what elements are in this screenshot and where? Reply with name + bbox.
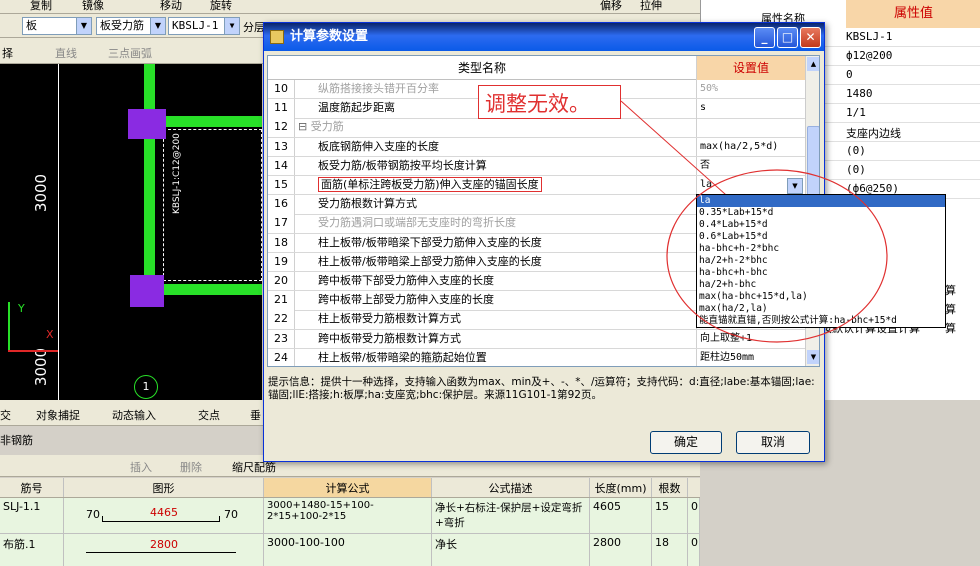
header-length: 长度(mm) — [590, 478, 652, 497]
header-formula: 计算公式 — [264, 478, 432, 497]
cancel-button[interactable]: 取消 — [736, 431, 810, 454]
hint-text: 提示信息：提供十一种选择，支持输入函数为max、min及+、-、*、/运算符；支… — [268, 376, 815, 401]
rebar-shape: 2800 — [64, 534, 264, 566]
prop-right-label: 算 — [945, 284, 956, 297]
name-combo[interactable]: KBSLJ-1 ▼ — [168, 17, 240, 35]
copy-tool[interactable]: 复制 — [30, 0, 52, 13]
layer-label[interactable]: 分层 — [243, 19, 265, 35]
intersection-toggle[interactable]: 交 — [0, 407, 11, 423]
ok-button[interactable]: 确定 — [650, 431, 722, 454]
chevron-down-icon: ▼ — [224, 18, 239, 34]
rebar-table: 筋号 图形 计算公式 公式描述 长度(mm) 根数 SLJ-1.1 70 446… — [0, 478, 700, 566]
insert-button[interactable]: 插入 — [130, 459, 152, 475]
prop-right-label: 算 — [945, 303, 956, 316]
axis-marker: 1 — [134, 375, 158, 399]
dimension-text-top: 3000 — [32, 173, 51, 213]
offset-tool[interactable]: 偏移 — [600, 0, 622, 13]
column-top — [128, 109, 166, 139]
column-bottom — [130, 275, 164, 307]
type-combo[interactable]: 板受力筋 ▼ — [96, 17, 166, 35]
table-header: 筋号 图形 计算公式 公式描述 长度(mm) 根数 — [0, 478, 700, 498]
snap-toolbar: 交 对象捕捉 动态输入 交点 垂 — [0, 400, 265, 426]
object-snap-toggle[interactable]: 对象捕捉 — [36, 407, 80, 423]
header-id: 筋号 — [0, 478, 64, 497]
beam-bottom — [150, 284, 262, 295]
header-count: 根数 — [652, 478, 688, 497]
draw-toolbar: 择 直线 三点画弧 — [0, 38, 265, 64]
rebar-shape: 70 4465 70 — [64, 498, 264, 533]
cross-point-toggle[interactable]: 交点 — [198, 407, 220, 423]
line-tool[interactable]: 直线 — [55, 45, 77, 61]
stretch-tool[interactable]: 拉伸 — [640, 0, 662, 13]
bottom-panel-title: 非钢筋 — [0, 434, 33, 447]
chevron-down-icon: ▼ — [76, 18, 91, 34]
table-row[interactable]: SLJ-1.1 70 4465 70 3000+1480-15+100-2*15… — [0, 498, 700, 534]
arc-tool[interactable]: 三点画弧 — [108, 45, 152, 61]
prop-header-value: 属性值 — [846, 0, 980, 28]
header-shape: 图形 — [64, 478, 264, 497]
y-axis-icon — [8, 302, 10, 352]
delete-button[interactable]: 删除 — [180, 459, 202, 475]
beam-top — [150, 116, 262, 127]
dynamic-input-toggle[interactable]: 动态输入 — [112, 407, 156, 423]
x-axis-icon — [8, 350, 58, 352]
annotation-ellipse — [666, 169, 888, 343]
x-axis-label: X — [46, 328, 54, 341]
mirror-tool[interactable]: 镜像 — [82, 0, 104, 13]
dimension-text-bottom: 3000 — [32, 347, 51, 387]
dimension-line — [58, 64, 59, 400]
prop-right-label: 算 — [945, 322, 956, 335]
rotate-tool[interactable]: 旋转 — [210, 0, 232, 13]
y-axis-label: Y — [18, 302, 25, 315]
floor-combo[interactable]: 板 ▼ — [22, 17, 92, 35]
beam-vertical — [144, 64, 155, 294]
drawing-canvas[interactable]: 3000 3000 KBSLJ-1:C12@200 Y X 1 — [0, 64, 262, 400]
select-tool[interactable]: 择 — [2, 45, 13, 61]
perpendicular-toggle[interactable]: 垂 — [250, 407, 261, 423]
rebar-label: KBSLJ-1:C12@200 — [172, 133, 182, 214]
table-row[interactable]: 布筋.1 2800 3000-100-100 净长 2800 18 0 — [0, 534, 700, 566]
move-tool[interactable]: 移动 — [160, 0, 182, 13]
header-desc: 公式描述 — [432, 478, 590, 497]
chevron-down-icon: ▼ — [150, 18, 165, 34]
